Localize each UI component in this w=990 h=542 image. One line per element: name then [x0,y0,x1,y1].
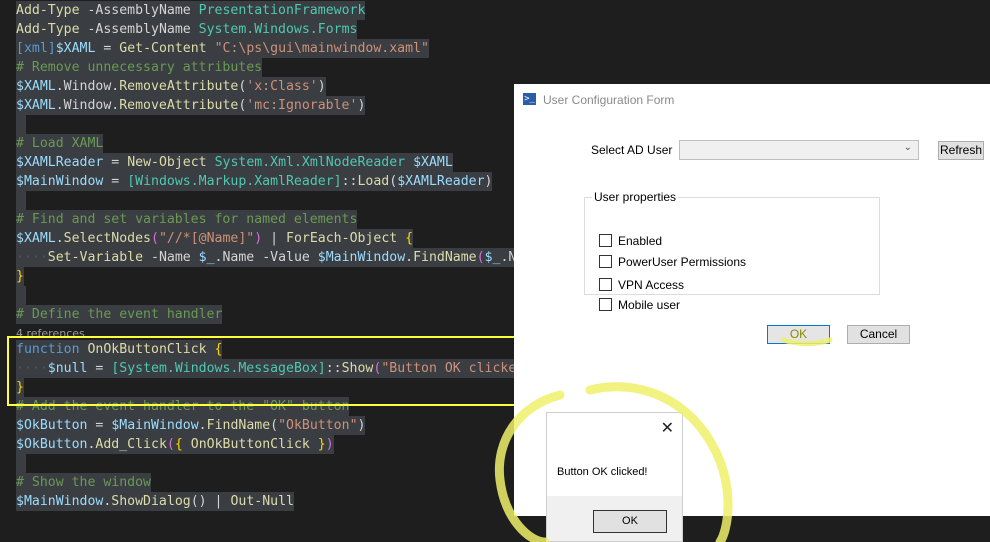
code-comment[interactable]: # Find and set variables for named eleme… [16,210,358,229]
checkbox-label: Mobile user [618,297,681,312]
select-ad-user-label: Select AD User [591,143,673,157]
code-comment[interactable]: # Define the event handler [16,305,223,324]
checkbox-poweruser-permissions[interactable]: PowerUser Permissions [599,254,746,269]
code-comment[interactable]: # Load XAML [16,134,104,153]
checkbox-label: Enabled [618,233,663,248]
checkbox-label: PowerUser Permissions [618,254,747,269]
refresh-button[interactable]: Refresh [938,141,984,160]
ad-user-combobox[interactable]: ⌄ [679,140,919,160]
close-icon[interactable]: ✕ [661,418,674,438]
code-line-empty[interactable] [16,286,26,305]
code-line[interactable]: $MainWindow.ShowDialog() | Out-Null [16,492,294,511]
message-ok-button[interactable]: OK [593,510,667,533]
message-box: ✕ Button OK clicked! OK [546,412,683,542]
code-line-empty[interactable] [16,115,26,134]
message-text: Button OK clicked! [557,466,648,478]
code-line[interactable]: $OkButton.Add_Click({ OnOkButtonClick }) [16,435,334,454]
checkbox-vpn-access[interactable]: VPN Access [599,277,684,292]
code-line[interactable]: $MainWindow = [Windows.Markup.XamlReader… [16,172,493,191]
code-line-empty[interactable] [16,454,26,473]
code-line[interactable]: $XAMLReader = New-Object System.Xml.XmlN… [16,153,453,172]
code-comment[interactable]: # Show the window [16,473,151,492]
code-line[interactable]: $XAML.SelectNodes("//*[@Name]") | ForEac… [16,229,414,248]
cancel-button[interactable]: Cancel [847,325,910,344]
checkbox-box[interactable] [599,255,612,269]
checkbox-box[interactable] [599,234,612,248]
code-line[interactable]: Add-Type -AssemblyName PresentationFrame… [16,1,366,20]
code-line[interactable]: $XAML.Window.RemoveAttribute('mc:Ignorab… [16,96,366,115]
code-line[interactable]: $XAML.Window.RemoveAttribute('x:Class') [16,77,326,96]
checkbox-box[interactable] [599,278,612,292]
highlight-box [7,336,516,406]
checkbox-enabled[interactable]: Enabled [599,233,662,248]
checkbox-box[interactable] [599,298,612,312]
checkbox-label: VPN Access [618,277,685,292]
user-properties-label: User properties [592,190,679,204]
chevron-down-icon[interactable]: ⌄ [904,142,912,153]
code-comment[interactable]: # Remove unnecessary attributes [16,58,263,77]
code-line[interactable]: ····Set-Variable -Name $_.Name -Value $M… [16,248,533,267]
ok-button[interactable]: OK [767,325,830,344]
code-line[interactable]: $OkButton = $MainWindow.FindName("OkButt… [16,416,366,435]
window-title: User Configuration Form [543,93,675,107]
code-line[interactable]: [xml]$XAML = Get-Content "C:\ps\gui\main… [16,39,429,58]
checkbox-mobile-user[interactable]: Mobile user [599,297,680,312]
code-line[interactable]: Add-Type -AssemblyName System.Windows.Fo… [16,20,358,39]
code-line[interactable]: } [16,267,24,286]
powershell-icon: >_ [523,93,536,105]
code-line-empty[interactable] [16,191,26,210]
message-box-body: ✕ Button OK clicked! [547,413,682,496]
